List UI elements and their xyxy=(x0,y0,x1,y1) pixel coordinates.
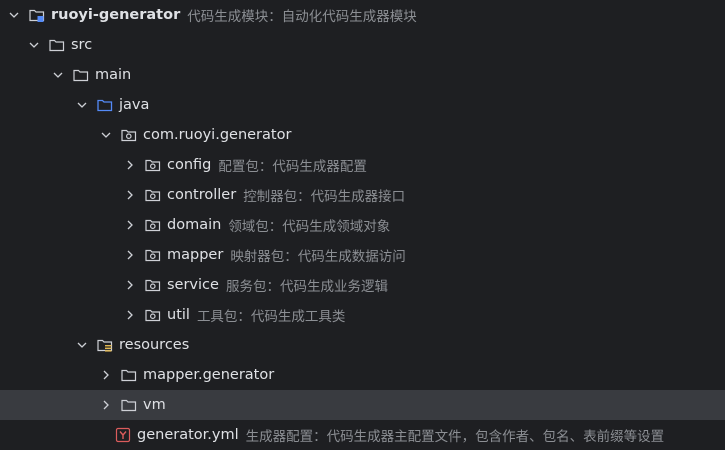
chevron-down-icon[interactable] xyxy=(74,97,90,113)
tree-item-label: vm xyxy=(143,397,166,413)
tree-item-hint: 代码生成模块：自动化代码生成器模块 xyxy=(187,9,417,25)
package-icon xyxy=(144,216,162,234)
module-folder-icon xyxy=(28,6,46,24)
tree-row-java[interactable]: java xyxy=(0,90,725,120)
tree-item-label: resources xyxy=(119,337,190,353)
chevron-right-icon[interactable] xyxy=(122,157,138,173)
chevron-right-icon[interactable] xyxy=(98,397,114,413)
tree-row-config[interactable]: config 配置包：代码生成器配置 xyxy=(0,150,725,180)
tree-item-hint: 配置包：代码生成器配置 xyxy=(218,159,367,175)
tree-item-hint: 服务包：代码生成业务逻辑 xyxy=(225,279,388,295)
package-icon xyxy=(120,126,138,144)
tree-item-label: main xyxy=(95,67,132,83)
package-icon xyxy=(144,156,162,174)
project-tree: ruoyi-generator 代码生成模块：自动化代码生成器模块 src ma… xyxy=(0,0,725,445)
tree-item-label: service xyxy=(167,277,219,293)
package-icon xyxy=(144,276,162,294)
tree-item-label: config xyxy=(167,157,212,173)
folder-icon xyxy=(120,396,138,414)
tree-row-ruoyi-generator[interactable]: ruoyi-generator 代码生成模块：自动化代码生成器模块 xyxy=(0,0,725,30)
tree-row-vm[interactable]: vm xyxy=(0,390,725,420)
chevron-right-icon[interactable] xyxy=(122,217,138,233)
tree-row-domain[interactable]: domain 领域包：代码生成领域对象 xyxy=(0,210,725,240)
chevron-right-icon[interactable] xyxy=(98,367,114,383)
tree-row-resources[interactable]: resources xyxy=(0,330,725,360)
package-icon xyxy=(144,186,162,204)
resources-root-folder-icon xyxy=(96,336,114,354)
tree-item-label: com.ruoyi.generator xyxy=(143,127,292,143)
tree-item-hint: 映射器包：代码生成数据访问 xyxy=(230,249,406,265)
tree-item-label: generator.yml xyxy=(137,427,239,443)
tree-row-mapper[interactable]: mapper 映射器包：代码生成数据访问 xyxy=(0,240,725,270)
tree-row-service[interactable]: service 服务包：代码生成业务逻辑 xyxy=(0,270,725,300)
tree-item-label: util xyxy=(167,307,190,323)
chevron-down-icon[interactable] xyxy=(98,127,114,143)
chevron-right-icon[interactable] xyxy=(122,247,138,263)
yaml-file-icon xyxy=(114,426,132,444)
tree-item-label: controller xyxy=(167,187,237,203)
source-root-folder-icon xyxy=(96,96,114,114)
tree-item-label: mapper.generator xyxy=(143,367,275,383)
tree-item-hint: 生成器配置：代码生成器主配置文件，包含作者、包名、表前缀等设置 xyxy=(245,429,665,445)
tree-row-main[interactable]: main xyxy=(0,60,725,90)
folder-icon xyxy=(120,366,138,384)
chevron-right-icon[interactable] xyxy=(122,307,138,323)
tree-row-mapper-generator[interactable]: mapper.generator xyxy=(0,360,725,390)
chevron-down-icon[interactable] xyxy=(6,7,22,23)
tree-row-generator-yml[interactable]: generator.yml 生成器配置：代码生成器主配置文件，包含作者、包名、表… xyxy=(0,420,725,450)
chevron-down-icon[interactable] xyxy=(50,67,66,83)
chevron-down-icon[interactable] xyxy=(26,37,42,53)
chevron-right-icon[interactable] xyxy=(122,277,138,293)
chevron-right-icon[interactable] xyxy=(122,187,138,203)
chevron-down-icon[interactable] xyxy=(74,337,90,353)
tree-item-label: domain xyxy=(167,217,222,233)
folder-icon xyxy=(72,66,90,84)
tree-row-controller[interactable]: controller 控制器包：代码生成器接口 xyxy=(0,180,725,210)
tree-row-src[interactable]: src xyxy=(0,30,725,60)
tree-item-label: mapper xyxy=(167,247,224,263)
tree-item-hint: 工具包：代码生成工具类 xyxy=(196,309,346,325)
tree-item-label: src xyxy=(71,37,93,53)
folder-icon xyxy=(48,36,66,54)
package-icon xyxy=(144,306,162,324)
tree-item-hint: 控制器包：代码生成器接口 xyxy=(243,189,406,205)
package-icon xyxy=(144,246,162,264)
tree-row-com-ruoyi-generator[interactable]: com.ruoyi.generator xyxy=(0,120,725,150)
tree-row-util[interactable]: util 工具包：代码生成工具类 xyxy=(0,300,725,330)
tree-item-hint: 领域包：代码生成领域对象 xyxy=(228,219,391,235)
tree-item-label: ruoyi-generator xyxy=(51,7,181,23)
tree-item-label: java xyxy=(119,97,150,113)
